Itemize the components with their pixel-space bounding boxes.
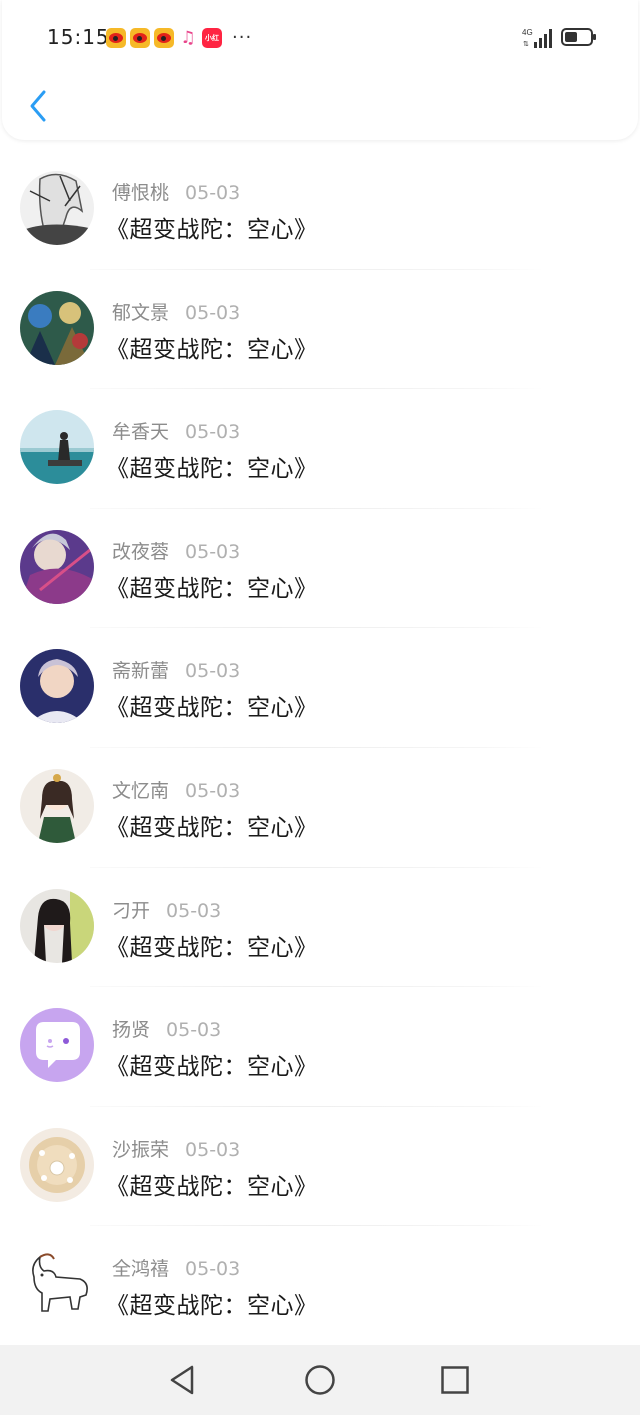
comment-text: 《超变战陀：空心》 xyxy=(106,695,318,722)
list-item[interactable]: 牟香天 05-03 《超变战陀：空心》 xyxy=(0,389,640,509)
signal-icon: 4G ⇅ xyxy=(522,28,552,48)
status-bar: 15:15 ♫ 小红书 ··· 4G ⇅ xyxy=(2,0,638,76)
comment-date: 05-03 xyxy=(185,182,241,204)
comment-date: 05-03 xyxy=(166,1019,222,1042)
weibo-icon xyxy=(130,28,150,48)
list-item[interactable]: 郁文景 05-03 《超变战陀：空心》 xyxy=(0,270,640,390)
avatar-image xyxy=(20,410,94,485)
music-icon: ♫ xyxy=(180,28,196,48)
comment-date: 05-03 xyxy=(185,779,241,802)
avatar-image xyxy=(20,529,94,604)
weibo-icon xyxy=(154,28,174,48)
comment-text: 《超变战陀：空心》 xyxy=(106,934,318,961)
list-item[interactable]: 傅恨桃 05-03 《超变战陀：空心》 xyxy=(0,150,640,270)
system-nav-bar xyxy=(0,1345,640,1415)
list-item[interactable]: 沙振荣 05-03 《超变战陀：空心》 xyxy=(0,1107,640,1227)
comment-list: 傅恨桃 05-03 《超变战陀：空心》 郁文景 05-03 《超变战陀：空心》 牟香… xyxy=(0,150,640,1346)
comment-text: 《超变战陀：空心》 xyxy=(106,1054,318,1081)
user-name-line: 刁开 05-03 xyxy=(112,896,221,923)
status-time: 15:15 xyxy=(47,25,110,49)
user-name-line: 全鸿禧 05-03 xyxy=(112,1254,240,1281)
comment-text: 《超变战陀：空心》 xyxy=(106,575,318,602)
comment-text: 《超变战陀：空心》 xyxy=(106,1293,318,1320)
comment-text: 《超变战陀：空心》 xyxy=(106,336,318,363)
avatar[interactable] xyxy=(20,290,94,365)
avatar[interactable] xyxy=(20,171,94,245)
notification-icons: ♫ 小红书 ··· xyxy=(106,27,256,62)
user-name-line: 牟香天 05-03 xyxy=(112,417,240,444)
comment-text: 《超变战陀：空心》 xyxy=(106,217,318,243)
user-name-line: 斋新蕾 05-03 xyxy=(112,656,240,683)
comment-date: 05-03 xyxy=(185,660,241,683)
avatar-image xyxy=(20,768,94,843)
comment-date: 05-03 xyxy=(185,540,241,563)
avatar-image xyxy=(20,1247,94,1322)
user-name: 郁文景 xyxy=(112,301,170,324)
network-type-label: 4G xyxy=(522,28,533,37)
list-item[interactable]: 改夜蓉 05-03 《超变战陀：空心》 xyxy=(0,509,640,629)
user-name: 全鸿禧 xyxy=(112,1258,170,1281)
avatar-image xyxy=(20,290,94,365)
comment-date: 05-03 xyxy=(185,1258,241,1281)
user-name-line: 沙振荣 05-03 xyxy=(112,1135,240,1162)
battery-icon xyxy=(561,28,596,46)
user-name: 牟香天 xyxy=(112,421,170,444)
avatar-image xyxy=(20,888,94,963)
user-name-line: 文忆南 05-03 xyxy=(112,776,240,803)
user-name: 改夜蓉 xyxy=(112,540,170,563)
user-name-line: 郁文景 05-03 xyxy=(112,298,240,325)
user-name: 斋新蕾 xyxy=(112,660,170,683)
avatar-image xyxy=(20,649,94,724)
user-name: 扬贤 xyxy=(112,1019,151,1042)
weibo-icon xyxy=(106,28,126,48)
comment-text: 《超变战陀：空心》 xyxy=(106,1173,318,1200)
comment-text: 《超变战陀：空心》 xyxy=(106,814,318,841)
user-name: 文忆南 xyxy=(112,779,170,802)
list-item[interactable]: 全鸿禧 05-03 《超变战陀：空心》 xyxy=(0,1226,640,1346)
square-recents-icon[interactable] xyxy=(438,1363,472,1397)
user-name: 沙振荣 xyxy=(112,1138,170,1161)
top-app-bar: 15:15 ♫ 小红书 ··· 4G ⇅ xyxy=(2,0,638,140)
user-name-line: 扬贤 05-03 xyxy=(112,1015,221,1042)
back-button[interactable] xyxy=(20,86,56,126)
xiaohongshu-icon: 小红书 xyxy=(202,28,222,62)
avatar[interactable] xyxy=(20,1247,94,1322)
list-item[interactable]: 扬贤 05-03 《超变战陀：空心》 xyxy=(0,987,640,1107)
list-item[interactable]: 文忆南 05-03 《超变战陀：空心》 xyxy=(0,748,640,868)
avatar[interactable] xyxy=(20,649,94,724)
avatar[interactable] xyxy=(20,768,94,843)
avatar-image xyxy=(20,1127,94,1202)
avatar[interactable] xyxy=(20,529,94,604)
list-item[interactable]: 刁开 05-03 《超变战陀：空心》 xyxy=(0,868,640,988)
comment-date: 05-03 xyxy=(185,301,241,324)
more-notifications-icon: ··· xyxy=(232,27,253,48)
list-item[interactable]: 斋新蕾 05-03 《超变战陀：空心》 xyxy=(0,628,640,748)
avatar-image xyxy=(20,1008,94,1083)
circle-home-icon[interactable] xyxy=(303,1363,337,1397)
avatar[interactable] xyxy=(20,410,94,485)
comment-date: 05-03 xyxy=(185,1138,241,1161)
comment-date: 05-03 xyxy=(166,899,222,922)
user-name-line: 傅恨桃 05-03 xyxy=(112,178,240,205)
comment-date: 05-03 xyxy=(185,421,241,444)
comment-text: 《超变战陀：空心》 xyxy=(106,456,318,483)
avatar[interactable] xyxy=(20,1127,94,1202)
user-name: 刁开 xyxy=(112,899,151,922)
user-name: 傅恨桃 xyxy=(112,182,170,204)
avatar-image xyxy=(20,171,94,245)
avatar[interactable] xyxy=(20,1008,94,1083)
user-name-line: 改夜蓉 05-03 xyxy=(112,537,240,564)
avatar[interactable] xyxy=(20,888,94,963)
svg-text:⇅: ⇅ xyxy=(523,41,529,48)
triangle-back-icon[interactable] xyxy=(166,1363,200,1397)
chevron-left-icon xyxy=(30,90,46,122)
